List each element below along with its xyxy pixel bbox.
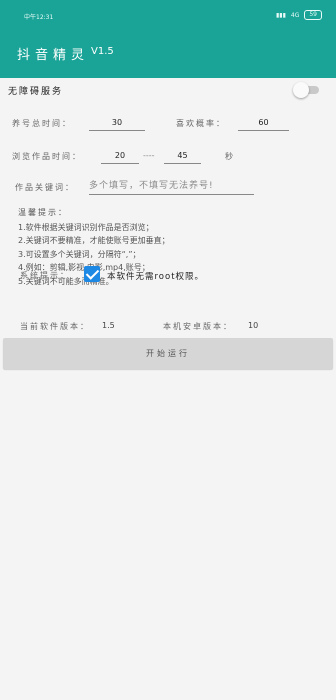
current-version-label: 当前软件版本： (20, 322, 90, 331)
keyword-label: 作品关键词： (15, 183, 75, 192)
like-rate-input[interactable]: 60 (238, 118, 289, 131)
app-version: V1.5 (91, 46, 114, 57)
toggle-thumb (293, 82, 309, 98)
android-version-label: 本机安卓版本： (163, 322, 233, 331)
app-title: 抖音精灵 (17, 48, 90, 63)
switch-time-input[interactable]: 30 (89, 118, 145, 131)
root-permission-checkbox[interactable] (84, 266, 100, 282)
browse-min-input[interactable]: 20 (101, 151, 139, 164)
app-bar: 抖音精灵 V1.5 (0, 30, 336, 78)
like-rate-label: 喜欢概率： (176, 119, 226, 128)
keyword-input[interactable]: 多个填写，不填写无法养号! (89, 178, 254, 195)
system-tip-label: 系统提示： (20, 271, 70, 280)
battery-level: 59 (309, 11, 317, 18)
network-label: 4G (290, 11, 300, 19)
status-time: 中午12:31 (24, 14, 54, 21)
status-bar: 中午12:31 ▮▮▮ 4G 59 (0, 0, 336, 30)
accessibility-service-label: 无障碍服务 (8, 87, 64, 97)
system-tip-text: 本软件无需root权限。 (107, 272, 205, 282)
status-icons: ▮▮▮ 4G 59 (276, 10, 322, 20)
tip-line: 3.可设置多个关键词，分隔符“,”； (18, 249, 141, 259)
current-version-value: 1.5 (102, 321, 115, 330)
switch-time-label: 养号总时间： (12, 119, 72, 128)
browse-range-separator: ---- (143, 151, 155, 160)
start-button[interactable]: 开始运行 (3, 338, 333, 369)
battery-icon: 59 (304, 10, 322, 20)
signal-icon: ▮▮▮ (275, 11, 286, 19)
android-version-value: 10 (248, 321, 259, 330)
browse-unit: 秒 (225, 152, 233, 161)
browse-max-input[interactable]: 45 (164, 151, 201, 164)
tip-line: 2.关键词不要精准，才能使账号更加垂直； (18, 236, 170, 245)
tips-heading: 温馨提示： (18, 208, 68, 217)
tip-line: 1.软件根据关键词识别作品是否浏览； (18, 222, 154, 232)
browse-time-label: 浏览作品时间： (12, 152, 82, 161)
accessibility-toggle[interactable] (293, 82, 319, 98)
